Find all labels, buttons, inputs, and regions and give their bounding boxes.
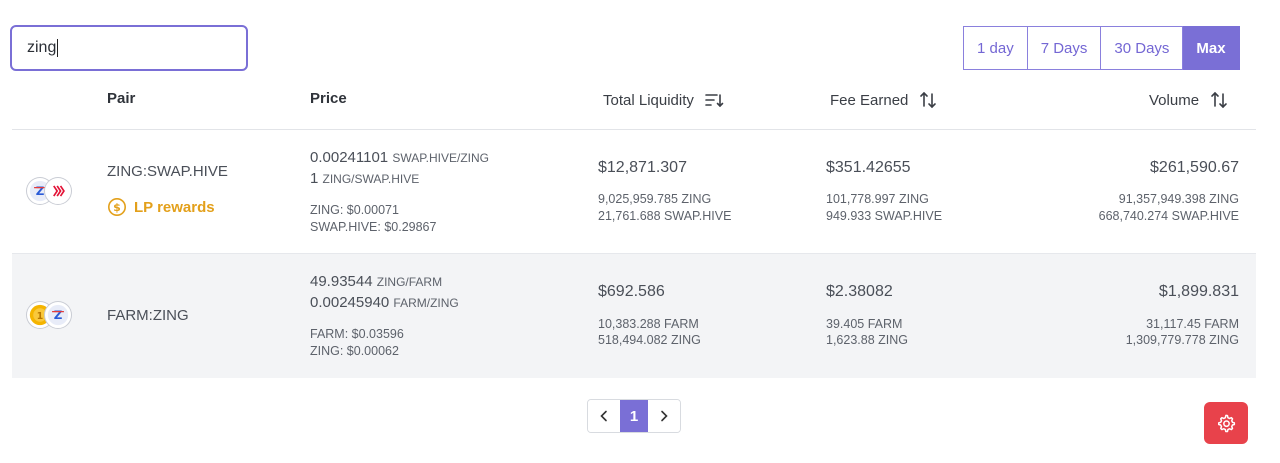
column-header-liquidity[interactable]: Total Liquidity	[603, 90, 724, 110]
fee-token-a: 101,778.997 ZING	[826, 192, 929, 206]
column-header-pair-label: Pair	[107, 90, 136, 107]
volume-total: $1,899.831	[1158, 283, 1239, 300]
fee-total: $351.42655	[826, 159, 911, 176]
next-page-button[interactable]	[648, 400, 680, 432]
price-line-1: 0.00241101 SWAP.HIVE/ZING	[310, 149, 489, 166]
range-30-days-button[interactable]: 30 Days	[1101, 26, 1184, 70]
settings-button[interactable]	[1204, 402, 1248, 444]
table-row[interactable]: 1 Z FARM:ZING 49.93544 ZING/FARM 0.00245…	[12, 254, 1256, 378]
liquidity-token-a: 9,025,959.785 ZING	[598, 192, 712, 206]
usd-price-1: ZING: $0.00071	[310, 203, 399, 217]
zing-token-icon: Z	[45, 302, 71, 328]
search-input-value: zing	[27, 39, 57, 56]
table-row[interactable]: Z ZING:SWAP.HIVE $ LP rewards 0.00241101…	[12, 131, 1256, 254]
volume-token-b: 1,309,779.778 ZING	[1125, 333, 1239, 347]
price-value: 0.00241101	[310, 149, 389, 166]
column-header-fee-label: Fee Earned	[830, 91, 909, 109]
search-input[interactable]: zing	[10, 25, 248, 71]
previous-page-button[interactable]	[588, 400, 620, 432]
sort-descending-icon	[705, 94, 724, 108]
price-line-2: 0.00245940 FARM/ZING	[310, 294, 459, 311]
price-unit: FARM/ZING	[393, 296, 459, 310]
range-1-day-button[interactable]: 1 day	[963, 26, 1028, 70]
price-unit: ZING/FARM	[376, 275, 443, 289]
page-number-button[interactable]: 1	[620, 400, 648, 432]
svg-text:Z: Z	[54, 308, 63, 322]
liquidity-token-b: 21,761.688 SWAP.HIVE	[598, 209, 732, 223]
svg-text:1: 1	[37, 311, 43, 322]
column-header-fee[interactable]: Fee Earned	[830, 90, 938, 110]
fee-token-b: 949.933 SWAP.HIVE	[826, 209, 943, 223]
fee-total: $2.38082	[826, 283, 893, 300]
column-header-volume-label: Volume	[1149, 91, 1200, 109]
liquidity-total: $12,871.307	[598, 159, 687, 176]
pair-token-icons: 1 Z	[27, 302, 75, 330]
range-7-days-button[interactable]: 7 Days	[1027, 26, 1102, 70]
liquidity-token-a: 10,383.288 FARM	[598, 317, 699, 331]
price-unit: SWAP.HIVE/ZING	[392, 151, 489, 165]
pair-name[interactable]: ZING:SWAP.HIVE	[107, 163, 228, 180]
column-header-volume[interactable]: Volume	[1149, 90, 1229, 110]
liquidity-total: $692.586	[598, 283, 665, 300]
volume-total: $261,590.67	[1150, 159, 1239, 176]
swap-hive-token-icon	[45, 178, 71, 204]
chevron-right-icon	[661, 410, 668, 422]
price-value: 49.93544	[310, 273, 373, 290]
usd-price-1: FARM: $0.03596	[310, 327, 404, 341]
lp-rewards-badge[interactable]: $ LP rewards	[107, 197, 215, 217]
svg-text:$: $	[113, 201, 121, 214]
column-header-price: Price	[310, 90, 347, 107]
volume-token-a: 91,357,949.398 ZING	[1118, 192, 1239, 206]
sort-arrows-icon	[920, 91, 937, 109]
fee-token-b: 1,623.88 ZING	[826, 333, 908, 347]
lp-rewards-label: LP rewards	[134, 198, 215, 216]
sort-arrows-icon	[1211, 91, 1227, 109]
time-range-selector: 1 day 7 Days 30 Days Max	[963, 26, 1240, 70]
pagination: 1	[587, 399, 681, 433]
chevron-left-icon	[600, 410, 607, 422]
pair-token-icons: Z	[27, 178, 75, 206]
usd-price-2: SWAP.HIVE: $0.29867	[310, 220, 437, 234]
price-line-1: 49.93544 ZING/FARM	[310, 273, 442, 290]
usd-price-2: ZING: $0.00062	[310, 344, 399, 358]
text-caret	[57, 38, 59, 57]
gear-icon	[1218, 414, 1236, 433]
price-unit: ZING/SWAP.HIVE	[322, 172, 420, 186]
fee-token-a: 39.405 FARM	[826, 317, 903, 331]
price-value: 0.00245940	[310, 294, 390, 311]
column-header-pair: Pair	[107, 90, 135, 107]
volume-token-a: 31,117.45 FARM	[1146, 317, 1239, 331]
volume-token-b: 668,740.274 SWAP.HIVE	[1098, 209, 1239, 223]
price-value: 1	[310, 170, 319, 187]
table-header: Pair Price Total Liquidity Fee Earned Vo…	[12, 80, 1256, 130]
liquidity-token-b: 518,494.082 ZING	[598, 333, 701, 347]
column-header-price-label: Price	[310, 90, 347, 107]
price-line-2: 1 ZING/SWAP.HIVE	[310, 170, 419, 187]
column-header-liquidity-label: Total Liquidity	[603, 91, 694, 109]
range-max-button[interactable]: Max	[1183, 26, 1240, 70]
pair-name[interactable]: FARM:ZING	[107, 307, 189, 324]
svg-text:Z: Z	[36, 184, 45, 198]
dollar-coin-icon: $	[108, 198, 126, 216]
